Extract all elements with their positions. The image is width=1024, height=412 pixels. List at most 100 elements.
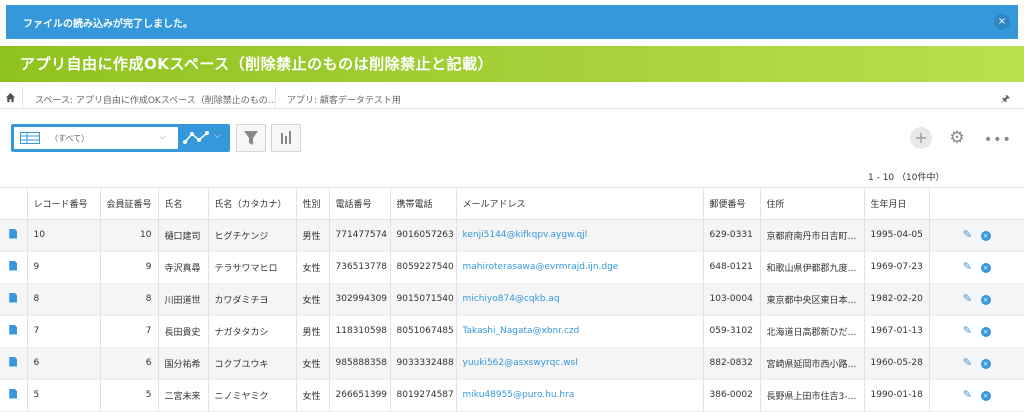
- delete-icon[interactable]: ×: [980, 326, 991, 337]
- cell-address: 北海道日高郡新ひだ…: [760, 315, 865, 348]
- cell-email[interactable]: kenji5144@kifkqpv.aygw.qjl: [456, 219, 704, 252]
- cell-birthdate: 1982-02-20: [864, 283, 930, 316]
- column-header-email[interactable]: メールアドレス: [456, 188, 704, 220]
- breadcrumb-app-link[interactable]: アプリ: 顧客データテスト用: [287, 93, 401, 106]
- page-title: アプリ自由に作成OKスペース（削除禁止のものは削除禁止と記載）: [20, 55, 494, 73]
- column-header-name[interactable]: 氏名: [158, 188, 209, 220]
- cell-mobile: 8019274587: [390, 379, 457, 412]
- record-detail-cell[interactable]: [0, 379, 28, 412]
- cell-email[interactable]: mahiroterasawa@evrmrajd.ijn.dge: [456, 251, 704, 284]
- column-header-name-kana[interactable]: 氏名（カタカナ）: [208, 188, 297, 220]
- row-actions: ✎ ×: [929, 283, 1024, 316]
- bar-chart-icon: [281, 131, 291, 144]
- delete-icon[interactable]: ×: [980, 230, 991, 241]
- cell-gender: 男性: [296, 219, 330, 252]
- cell-postal-code: 648-0121: [703, 251, 761, 284]
- delete-icon[interactable]: ×: [980, 358, 991, 369]
- document-icon[interactable]: [9, 228, 18, 239]
- cell-email[interactable]: miku48955@puro.hu.hra: [456, 379, 704, 412]
- pencil-icon[interactable]: ✎: [963, 229, 973, 240]
- column-header-address[interactable]: 住所: [760, 188, 865, 220]
- breadcrumb-space-link[interactable]: スペース: アプリ自由に作成OKスペース（削除禁止のもの…: [35, 93, 277, 106]
- delete-icon[interactable]: ×: [980, 262, 991, 273]
- pencil-icon[interactable]: ✎: [963, 357, 973, 368]
- notification-bar: ファイルの読み込みが完了しました。 ×: [6, 5, 1018, 39]
- more-options-icon[interactable]: •••: [984, 132, 1012, 148]
- cell-address: 京都府南丹市日吉町…: [760, 219, 865, 252]
- record-detail-cell[interactable]: [0, 251, 28, 284]
- column-header-gender[interactable]: 性別: [296, 188, 330, 220]
- cell-record-number: 7: [27, 315, 101, 348]
- column-header-record-number[interactable]: レコード番号: [27, 188, 101, 220]
- document-icon[interactable]: [9, 260, 18, 271]
- add-record-button[interactable]: +: [910, 127, 932, 149]
- cell-name-kana: カワダミチヨ: [208, 283, 297, 316]
- pencil-icon[interactable]: ✎: [963, 325, 973, 336]
- pencil-icon[interactable]: ✎: [963, 389, 973, 400]
- header-cell: [929, 188, 1024, 220]
- pencil-icon[interactable]: ✎: [963, 261, 973, 272]
- cell-birthdate: 1967-01-13: [864, 315, 930, 348]
- cell-email[interactable]: yuuki562@asxswyrqc.wsl: [456, 347, 704, 380]
- filter-button[interactable]: [236, 124, 266, 152]
- cell-phone: 302994309: [329, 283, 391, 316]
- chevron-down-icon[interactable]: ⌵: [159, 132, 166, 142]
- cell-email[interactable]: Takashi_Nagata@xbnr.czd: [456, 315, 704, 348]
- graph-view-icon[interactable]: [183, 130, 211, 146]
- cell-postal-code: 629-0331: [703, 219, 761, 252]
- record-detail-cell[interactable]: [0, 315, 28, 348]
- graph-button[interactable]: [271, 124, 301, 152]
- cell-name-kana: コクブユウキ: [208, 347, 297, 380]
- cell-gender: 女性: [296, 283, 330, 316]
- column-header-birthdate[interactable]: 生年月日: [864, 188, 930, 220]
- cell-record-number: 8: [27, 283, 101, 316]
- document-icon[interactable]: [9, 388, 18, 399]
- document-icon[interactable]: [9, 356, 18, 367]
- cell-name: 二宮未来: [158, 379, 209, 412]
- cell-name: 樋口建司: [158, 219, 209, 252]
- cell-address: 和歌山県伊都郡九度…: [760, 251, 865, 284]
- column-header-member-number[interactable]: 会員証番号: [100, 188, 159, 220]
- cell-phone: 985888358: [329, 347, 391, 380]
- delete-icon[interactable]: ×: [980, 294, 991, 305]
- record-detail-cell[interactable]: [0, 283, 28, 316]
- row-actions: ✎ ×: [929, 347, 1024, 380]
- cell-postal-code: 882-0832: [703, 347, 761, 380]
- cell-mobile: 8059227540: [390, 251, 457, 284]
- close-icon[interactable]: ×: [994, 14, 1010, 30]
- cell-name: 国分祐希: [158, 347, 209, 380]
- cell-birthdate: 1969-07-23: [864, 251, 930, 284]
- record-list: レコード番号 会員証番号 氏名 氏名（カタカナ） 性別 電話番号 携帯電話 メールアドレス 郵便…: [0, 187, 1024, 412]
- chevron-down-icon[interactable]: ⌵: [214, 131, 221, 141]
- cell-gender: 男性: [296, 315, 330, 348]
- cell-phone: 266651399: [329, 379, 391, 412]
- column-header-postal-code[interactable]: 郵便番号: [703, 188, 761, 220]
- table-row: 7 7 長田貴史 ナガタタカシ 男性 118310598 8051067485 Takashi…: [0, 315, 1024, 348]
- record-detail-cell[interactable]: [0, 219, 28, 252]
- cell-name: 寺沢真尋: [158, 251, 209, 284]
- record-detail-cell[interactable]: [0, 347, 28, 380]
- cell-name-kana: ニノミヤミク: [208, 379, 297, 412]
- cell-address: 宮崎県延岡市西小路…: [760, 347, 865, 380]
- pin-icon[interactable]: 🖈: [1001, 92, 1010, 109]
- cell-postal-code: 103-0004: [703, 283, 761, 316]
- document-icon[interactable]: [9, 292, 18, 303]
- home-icon[interactable]: [5, 92, 16, 103]
- gear-icon[interactable]: ⚙: [947, 128, 967, 148]
- table-row: 9 9 寺沢真尋 テラサワマヒロ 女性 736513778 8059227540 mahiro…: [0, 251, 1024, 284]
- cell-record-number: 5: [27, 379, 101, 412]
- cell-member-number: 5: [100, 379, 159, 412]
- cell-postal-code: 059-3102: [703, 315, 761, 348]
- column-header-phone[interactable]: 電話番号: [329, 188, 391, 220]
- table-row: 8 8 川田道世 カワダミチヨ 女性 302994309 9015071540 michiyo…: [0, 283, 1024, 316]
- cell-record-number: 6: [27, 347, 101, 380]
- view-selector[interactable]: （すべて） ⌵ ⌵: [11, 124, 230, 152]
- column-header-mobile[interactable]: 携帯電話: [390, 188, 457, 220]
- cell-email[interactable]: michiyo874@cqkb.aq: [456, 283, 704, 316]
- notification-message: ファイルの読み込みが完了しました。: [23, 19, 193, 30]
- pencil-icon[interactable]: ✎: [963, 293, 973, 304]
- delete-icon[interactable]: ×: [980, 390, 991, 401]
- cell-name-kana: テラサワマヒロ: [208, 251, 297, 284]
- document-icon[interactable]: [9, 324, 18, 335]
- row-actions: ✎ ×: [929, 251, 1024, 284]
